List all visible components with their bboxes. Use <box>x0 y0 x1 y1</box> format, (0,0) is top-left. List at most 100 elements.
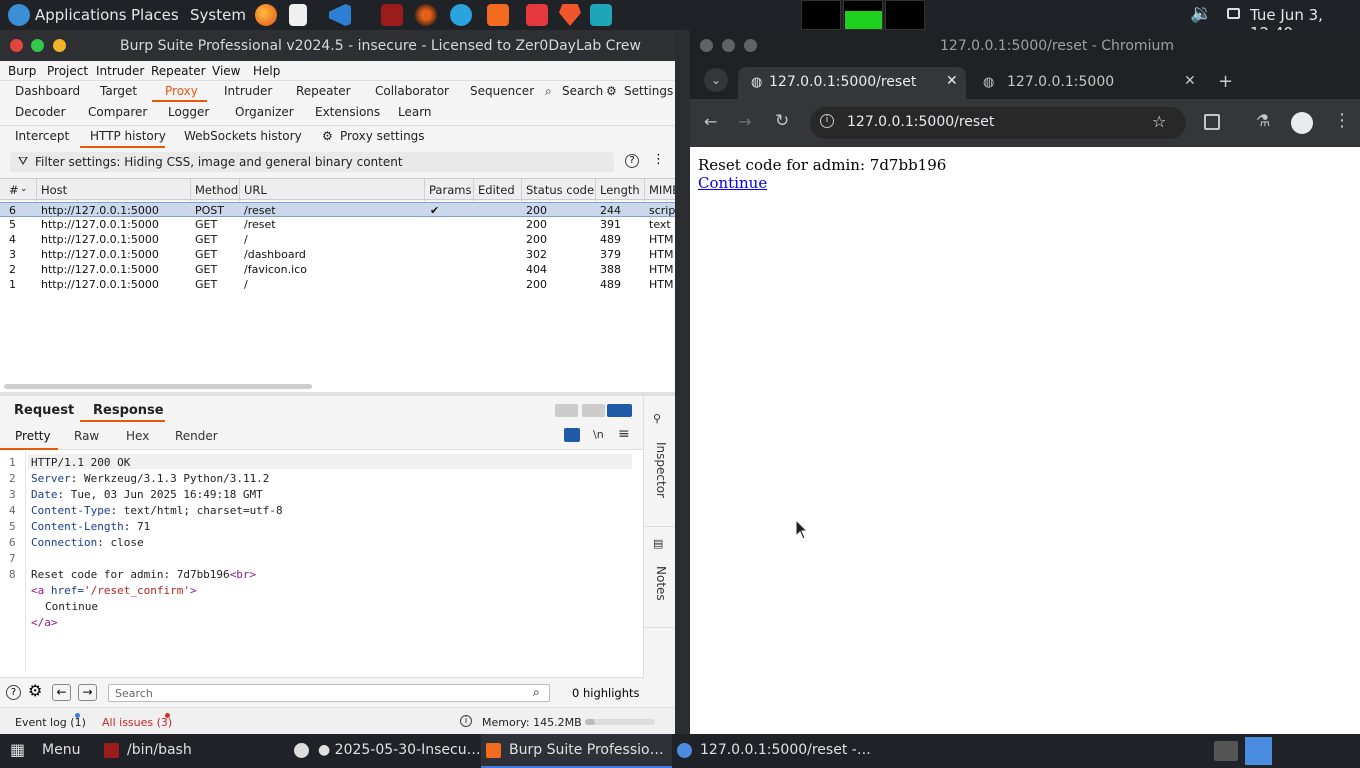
menu-button[interactable]: Menu <box>42 742 80 758</box>
tab-hex[interactable]: Hex <box>126 429 149 443</box>
global-search-button[interactable]: Search <box>562 84 603 98</box>
layout-tabs-icon[interactable] <box>607 404 632 417</box>
inspector-icon[interactable]: ⚲ <box>653 412 661 425</box>
maximize-window-icon[interactable] <box>31 39 44 52</box>
gear-icon[interactable]: ⚙ <box>322 129 333 143</box>
minimize-window-icon[interactable] <box>53 39 66 52</box>
close-window-icon[interactable] <box>700 39 713 52</box>
tab-logger[interactable]: Logger <box>168 105 209 119</box>
system-menu[interactable]: System <box>190 6 246 24</box>
applications-logo-icon[interactable] <box>8 4 30 26</box>
kebab-menu-icon[interactable]: ⋮ <box>1333 110 1351 131</box>
applications-menu[interactable]: Applications <box>35 6 127 24</box>
workspace-switcher-icon[interactable] <box>1214 741 1238 761</box>
help-icon[interactable]: ? <box>6 685 21 700</box>
reload-icon[interactable]: ↻ <box>775 111 789 131</box>
hamburger-menu-icon[interactable]: ≡ <box>618 426 630 442</box>
col-url[interactable]: URL <box>244 183 267 197</box>
tab-target[interactable]: Target <box>100 84 137 98</box>
word-wrap-icon[interactable] <box>564 428 580 442</box>
continue-link[interactable]: Continue <box>698 174 767 192</box>
taskbar-item-terminal[interactable]: /bin/bash <box>127 742 192 758</box>
col-status-code[interactable]: Status code <box>526 183 594 197</box>
col-params[interactable]: Params <box>429 183 471 197</box>
table-horizontal-scrollbar[interactable] <box>4 384 312 389</box>
table-row[interactable]: 4 http://127.0.0.1:5000 GET/200 489 HTM <box>0 232 675 247</box>
bookmark-star-icon[interactable]: ☆ <box>1152 112 1166 131</box>
tab-search-icon[interactable]: ⌄ <box>704 68 728 92</box>
notification-icon[interactable] <box>1227 8 1240 19</box>
previous-match-button[interactable]: ← <box>52 684 71 701</box>
profile-avatar-icon[interactable] <box>1291 112 1313 134</box>
newline-toggle-icon[interactable]: \n <box>593 428 604 441</box>
volume-icon[interactable]: 🔉 <box>1190 3 1212 24</box>
tab-raw[interactable]: Raw <box>74 429 99 443</box>
site-info-icon[interactable]: i <box>820 114 834 128</box>
more-options-icon[interactable]: ⋮ <box>652 152 665 167</box>
grid-menu-icon[interactable]: ▦ <box>10 740 25 759</box>
spiral-app-icon[interactable] <box>415 4 437 26</box>
tab-root[interactable]: ◍ 127.0.0.1:5000 ✕ <box>970 67 1200 99</box>
col-method[interactable]: Method <box>195 183 238 197</box>
tab-request[interactable]: Request <box>14 403 74 418</box>
tab-comparer[interactable]: Comparer <box>88 105 147 119</box>
burp-icon[interactable] <box>487 4 509 26</box>
event-log-link[interactable]: Event log (1) <box>15 716 86 729</box>
tab-render[interactable]: Render <box>175 429 218 443</box>
labs-flask-icon[interactable]: ⚗ <box>1256 111 1270 130</box>
notes-tab[interactable]: Notes <box>654 566 668 601</box>
taskbar-item-document[interactable]: ● 2025-05-30-Insecu… <box>318 742 481 758</box>
tab-learn[interactable]: Learn <box>398 105 432 119</box>
close-window-icon[interactable] <box>10 39 23 52</box>
tab-proxy[interactable]: Proxy <box>165 84 198 98</box>
tab-http-history[interactable]: HTTP history <box>90 129 166 143</box>
brave-icon[interactable] <box>559 4 581 26</box>
new-tab-icon[interactable]: + <box>1218 71 1233 92</box>
help-icon[interactable]: ? <box>625 154 639 168</box>
info-icon[interactable]: i <box>460 715 472 727</box>
tab-pretty[interactable]: Pretty <box>15 429 51 443</box>
workspace-indicator[interactable] <box>1245 737 1272 765</box>
next-match-button[interactable]: → <box>78 684 97 701</box>
table-row[interactable]: 6 http://127.0.0.1:5000 POST/reset ✔ 200 244 s… <box>0 202 675 217</box>
tab-repeater[interactable]: Repeater <box>296 84 351 98</box>
menu-repeater[interactable]: Repeater <box>151 64 206 78</box>
address-bar[interactable]: i 127.0.0.1:5000/reset ☆ <box>810 107 1186 139</box>
back-icon[interactable]: ← <box>704 112 717 131</box>
gear-icon[interactable]: ⚙ <box>606 84 617 98</box>
menu-project[interactable]: Project <box>47 64 88 78</box>
close-tab-icon[interactable]: ✕ <box>946 73 958 89</box>
text-editor-icon[interactable] <box>289 4 307 26</box>
menu-help[interactable]: Help <box>253 64 280 78</box>
tab-websockets-history[interactable]: WebSockets history <box>184 129 302 143</box>
tab-intercept[interactable]: Intercept <box>15 129 69 143</box>
telegram-icon[interactable] <box>450 4 472 26</box>
extensions-icon[interactable] <box>1204 114 1220 130</box>
table-row[interactable]: 3 http://127.0.0.1:5000 GET/dashboard 302 37… <box>0 247 675 262</box>
places-menu[interactable]: Places <box>131 6 179 24</box>
filter-bar[interactable]: ⛛ Filter settings: Hiding CSS, image and… <box>10 152 614 172</box>
taskbar-item-burp[interactable]: Burp Suite Professio… <box>509 742 664 758</box>
response-editor[interactable]: 1 HTTP/1.1 200 OK 2 Server: Werkzeug/3.1… <box>0 452 643 672</box>
menu-burp[interactable]: Burp <box>8 64 36 78</box>
vivaldi-icon[interactable] <box>526 4 548 26</box>
tab-intruder[interactable]: Intruder <box>224 84 272 98</box>
terminal-icon[interactable] <box>381 4 403 26</box>
tab-extensions[interactable]: Extensions <box>315 105 380 119</box>
all-issues-link[interactable]: All issues (3) <box>102 716 172 729</box>
tab-response[interactable]: Response <box>93 403 164 418</box>
proxy-settings-button[interactable]: Proxy settings <box>340 129 425 143</box>
layout-split-vertical-icon[interactable] <box>582 404 605 417</box>
inspector-tab[interactable]: Inspector <box>654 442 668 498</box>
minimize-window-icon[interactable] <box>722 39 735 52</box>
menu-view[interactable]: View <box>212 64 240 78</box>
tab-collaborator[interactable]: Collaborator <box>375 84 449 98</box>
taskbar-item-chromium[interactable]: 127.0.0.1:5000/reset -… <box>700 742 871 758</box>
search-icon[interactable]: ⌕ <box>545 84 552 99</box>
col-host[interactable]: Host <box>41 183 67 197</box>
col-edited[interactable]: Edited <box>478 183 515 197</box>
forward-icon[interactable]: → <box>738 112 751 131</box>
vscode-icon[interactable] <box>329 4 351 26</box>
table-row[interactable]: 5 http://127.0.0.1:5000 GET/reset 200 391 tex… <box>0 217 675 232</box>
folder-icon[interactable] <box>590 4 612 26</box>
